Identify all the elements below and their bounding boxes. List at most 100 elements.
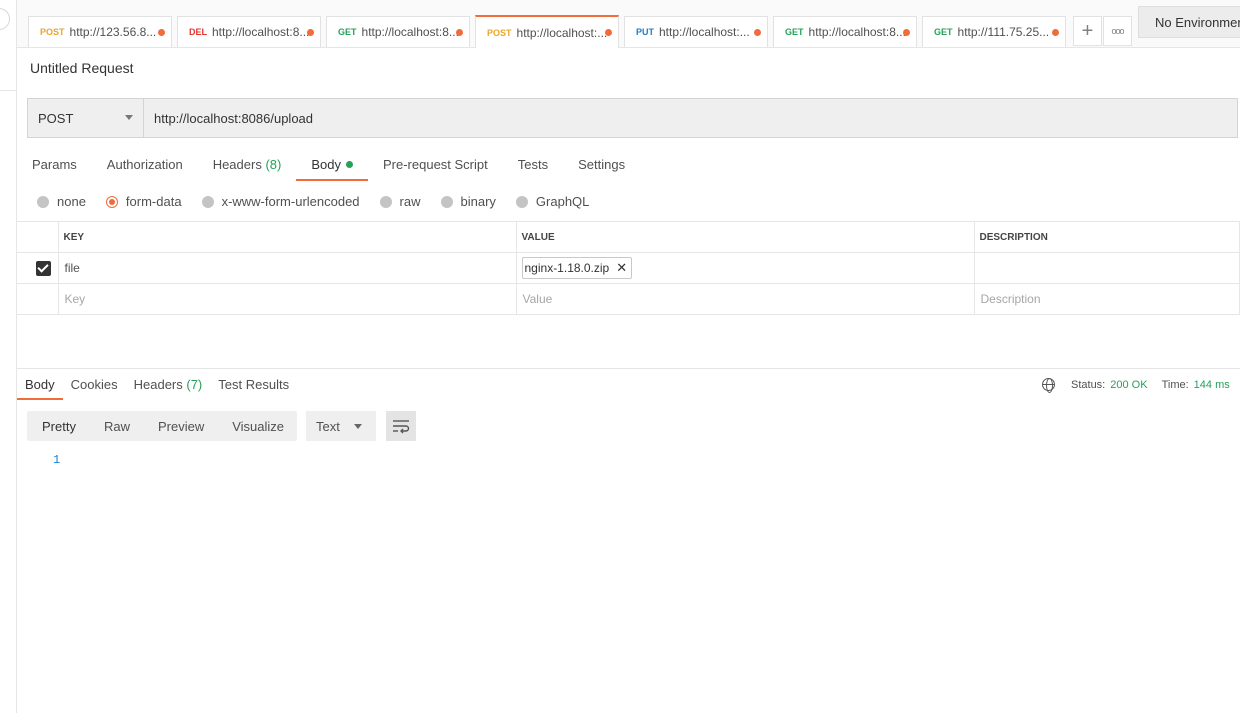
tab-settings[interactable]: Settings bbox=[563, 150, 640, 181]
left-rail bbox=[0, 0, 17, 713]
description-cell[interactable] bbox=[973, 252, 1240, 284]
response-line-number: 1 bbox=[53, 453, 61, 467]
tab-url: http://localhost:8... bbox=[808, 25, 906, 39]
checkbox-column-header bbox=[17, 221, 59, 253]
tab-tests[interactable]: Tests bbox=[503, 150, 563, 181]
response-headers-count: (7) bbox=[186, 377, 203, 392]
form-data-table: KEY VALUE DESCRIPTION file nginx-1.18.0.… bbox=[17, 221, 1240, 315]
radio-icon bbox=[201, 195, 214, 208]
more-icon: ooo bbox=[1111, 26, 1124, 36]
request-tab-2[interactable]: DEL http://localhost:8... bbox=[177, 16, 321, 47]
radio-icon bbox=[37, 195, 49, 208]
unsaved-dot bbox=[307, 29, 314, 36]
tab-headers[interactable]: Headers (8) bbox=[198, 150, 297, 181]
tab-method: GET bbox=[934, 27, 953, 37]
chevron-down-icon bbox=[125, 115, 133, 120]
request-sub-tabs: Params Authorization Headers (8) Body Pr… bbox=[17, 150, 640, 182]
body-type-form-data[interactable]: form-data bbox=[105, 194, 182, 209]
body-type-none[interactable]: none bbox=[37, 194, 86, 209]
format-select[interactable]: Text bbox=[306, 411, 376, 441]
key-cell[interactable]: file bbox=[57, 252, 517, 284]
response-tab-headers[interactable]: Headers (7) bbox=[126, 376, 211, 400]
response-meta: Status: 200 OK Time: 144 ms bbox=[1042, 378, 1230, 393]
table-header-row: KEY VALUE DESCRIPTION bbox=[17, 221, 1240, 253]
tab-method: GET bbox=[338, 27, 357, 37]
value-cell[interactable]: nginx-1.18.0.zip ✕ bbox=[515, 252, 975, 284]
chevron-down-icon bbox=[354, 424, 362, 429]
rail-divider bbox=[0, 90, 17, 91]
file-chip: nginx-1.18.0.zip ✕ bbox=[521, 257, 633, 279]
url-input[interactable] bbox=[144, 99, 1237, 137]
tab-method: POST bbox=[487, 27, 512, 38]
request-title[interactable]: Untitled Request bbox=[30, 60, 134, 76]
body-indicator-dot bbox=[345, 161, 353, 168]
view-preview-button[interactable]: Preview bbox=[143, 411, 217, 441]
body-type-options: none form-data x-www-form-urlencoded raw… bbox=[37, 194, 609, 209]
close-icon[interactable]: ✕ bbox=[616, 260, 627, 276]
environment-select[interactable]: No Environment bbox=[1138, 6, 1240, 38]
new-tab-button[interactable]: + bbox=[1073, 16, 1102, 46]
tab-prerequest-script[interactable]: Pre-request Script bbox=[368, 150, 503, 181]
more-tabs-button[interactable]: ooo bbox=[1103, 16, 1132, 46]
request-tab-1[interactable]: POST http://123.56.8... bbox=[28, 16, 172, 47]
tab-method: GET bbox=[785, 27, 804, 37]
view-mode-group: Pretty Raw Preview Visualize bbox=[27, 411, 298, 441]
format-label: Text bbox=[316, 418, 340, 434]
environment-label: No Environment bbox=[1155, 14, 1240, 30]
tab-url: http://localhost:8... bbox=[212, 25, 310, 39]
tab-method: POST bbox=[40, 27, 65, 37]
unsaved-dot bbox=[158, 29, 165, 36]
body-type-raw[interactable]: raw bbox=[379, 194, 421, 209]
method-label: POST bbox=[38, 110, 74, 126]
tab-url: http://localhost:... bbox=[516, 25, 608, 40]
row-checkbox-cell bbox=[17, 283, 59, 315]
body-type-graphql[interactable]: GraphQL bbox=[515, 194, 589, 209]
status-value[interactable]: 200 OK bbox=[1110, 379, 1147, 391]
unsaved-dot bbox=[903, 29, 910, 36]
tab-url: http://123.56.8... bbox=[69, 25, 157, 39]
view-raw-button[interactable]: Raw bbox=[89, 411, 143, 441]
globe-icon[interactable] bbox=[1042, 378, 1055, 393]
tab-params[interactable]: Params bbox=[17, 150, 92, 181]
unsaved-dot bbox=[754, 29, 761, 36]
tab-authorization[interactable]: Authorization bbox=[92, 150, 198, 181]
tab-method: DEL bbox=[189, 27, 207, 37]
view-pretty-button[interactable]: Pretty bbox=[27, 411, 89, 441]
tab-url: http://111.75.25... bbox=[957, 25, 1050, 39]
wrap-lines-button[interactable] bbox=[386, 411, 416, 441]
description-placeholder[interactable]: Description bbox=[973, 283, 1240, 315]
table-row-empty: Key Value Description bbox=[17, 283, 1240, 315]
request-tab-5[interactable]: PUT http://localhost:... bbox=[624, 16, 768, 47]
request-tab-4-active[interactable]: POST http://localhost:... bbox=[475, 15, 619, 48]
body-type-urlencoded[interactable]: x-www-form-urlencoded bbox=[201, 194, 360, 209]
unsaved-dot bbox=[605, 29, 612, 36]
time-value[interactable]: 144 ms bbox=[1194, 379, 1230, 391]
request-tabs-bar: POST http://123.56.8... DEL http://local… bbox=[17, 0, 1240, 48]
time-label: Time: bbox=[1161, 378, 1189, 391]
rail-toggle-button[interactable] bbox=[0, 8, 10, 30]
headers-count: (8) bbox=[265, 157, 282, 172]
wrap-lines-icon bbox=[393, 420, 410, 434]
tab-body[interactable]: Body bbox=[296, 150, 368, 181]
row-enabled-checkbox[interactable] bbox=[36, 260, 51, 276]
request-tab-3[interactable]: GET http://localhost:8... bbox=[326, 16, 470, 47]
response-tab-cookies[interactable]: Cookies bbox=[63, 376, 126, 400]
body-type-binary[interactable]: binary bbox=[440, 194, 496, 209]
radio-icon bbox=[440, 195, 453, 208]
request-tab-6[interactable]: GET http://localhost:8... bbox=[773, 16, 917, 47]
view-visualize-button[interactable]: Visualize bbox=[217, 411, 297, 441]
value-column-header: VALUE bbox=[515, 221, 975, 253]
response-tab-body[interactable]: Body bbox=[17, 376, 63, 400]
response-divider[interactable] bbox=[17, 368, 1240, 369]
description-column-header: DESCRIPTION bbox=[973, 221, 1240, 253]
unsaved-dot bbox=[456, 29, 463, 36]
key-column-header: KEY bbox=[57, 221, 517, 253]
status-label: Status: bbox=[1071, 378, 1106, 391]
unsaved-dot bbox=[1052, 29, 1059, 36]
request-tab-7[interactable]: GET http://111.75.25... bbox=[922, 16, 1066, 47]
value-placeholder[interactable]: Value bbox=[515, 283, 975, 315]
key-placeholder[interactable]: Key bbox=[57, 283, 517, 315]
method-select[interactable]: POST bbox=[28, 99, 144, 137]
url-bar: POST bbox=[27, 98, 1238, 138]
response-tab-test-results[interactable]: Test Results bbox=[210, 376, 297, 400]
